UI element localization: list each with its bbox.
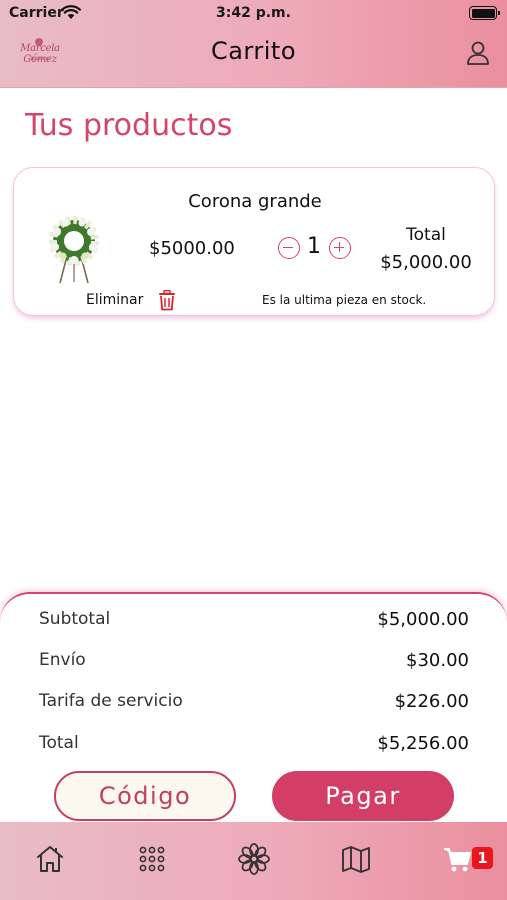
subtotal-value: $5,000.00 <box>377 609 469 630</box>
order-summary-panel: Subtotal $5,000.00 Envío $30.00 Tarifa d… <box>0 592 507 826</box>
tab-categories[interactable] <box>135 842 169 876</box>
flower-icon <box>238 843 270 875</box>
remove-item-label[interactable]: Eliminar <box>86 292 143 308</box>
order-total-label: Total <box>39 733 79 753</box>
service-fee-value: $226.00 <box>394 691 469 712</box>
map-icon <box>342 846 370 873</box>
battery-icon <box>469 6 500 20</box>
user-icon <box>467 41 489 65</box>
quantity-value: 1 <box>307 234 321 259</box>
home-icon <box>37 846 63 872</box>
item-total-label: Total <box>406 225 446 245</box>
grid-icon <box>139 846 165 872</box>
service-fee-label: Tarifa de servicio <box>39 691 183 711</box>
pay-button[interactable]: Pagar <box>272 771 454 821</box>
page-header-title: Carrito <box>210 37 297 65</box>
cart-count-badge: 1 <box>472 847 493 869</box>
product-name: Corona grande <box>188 191 322 212</box>
shipping-label: Envío <box>39 650 86 670</box>
bottom-tab-bar <box>0 822 507 900</box>
order-total-value: $5,256.00 <box>377 733 469 754</box>
user-profile-button[interactable] <box>464 40 492 66</box>
cart-icon <box>444 848 471 872</box>
subtotal-label: Subtotal <box>39 609 111 629</box>
item-total-value: $5,000.00 <box>380 252 472 273</box>
promo-code-button[interactable]: Código <box>54 771 236 821</box>
product-unit-price: $5000.00 <box>149 238 235 259</box>
product-image <box>49 216 99 284</box>
tab-flowers[interactable] <box>237 842 271 876</box>
stock-note: Es la ultima pieza en stock. <box>262 293 427 307</box>
cart-item-card: Corona grande $5000.00 1 Total $5,000.00… <box>13 167 495 316</box>
quantity-increase-button[interactable] <box>329 237 351 259</box>
page-title: Tus productos <box>25 108 233 143</box>
tab-home[interactable] <box>33 842 67 876</box>
status-time: 3:42 p.m. <box>216 5 291 21</box>
status-bar: Carrier 3:42 p.m. <box>0 0 507 28</box>
quantity-decrease-button[interactable] <box>278 237 300 259</box>
tab-cart[interactable] <box>441 842 475 876</box>
tab-map[interactable] <box>339 842 373 876</box>
trash-icon[interactable] <box>158 290 176 311</box>
shipping-value: $30.00 <box>406 650 469 671</box>
